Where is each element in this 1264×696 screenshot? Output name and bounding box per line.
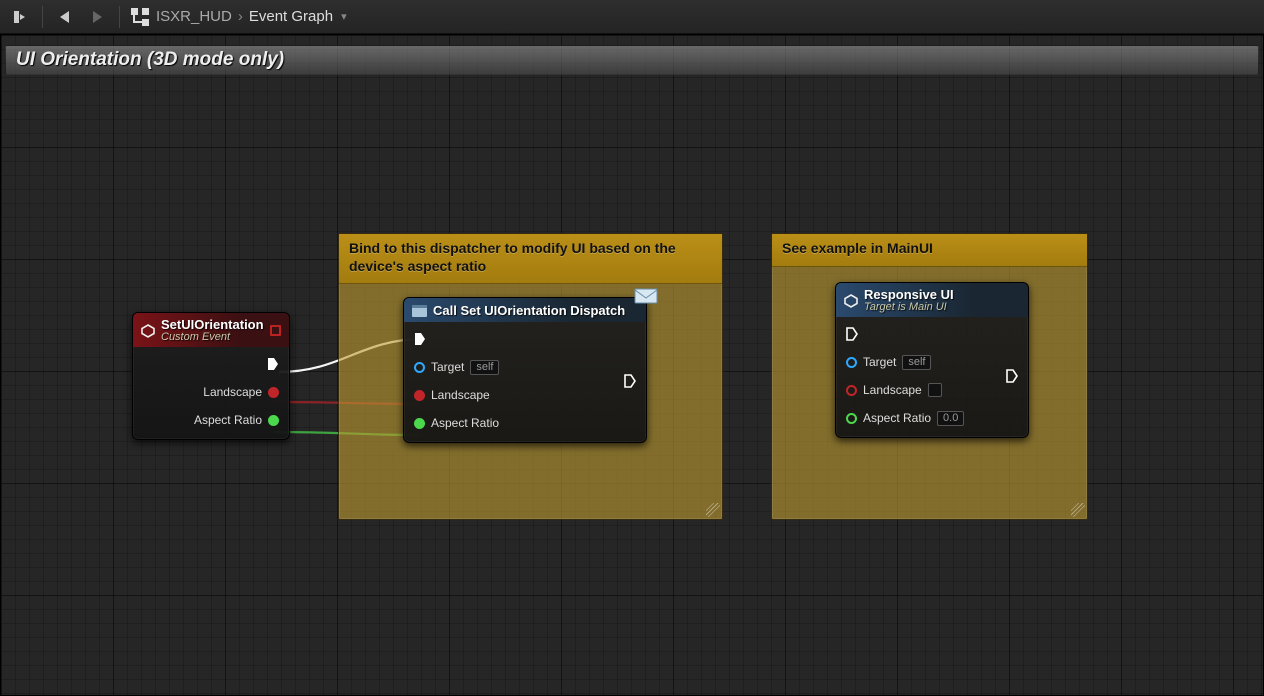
toolbar: ISXR_HUD › Event Graph ▾	[0, 0, 1264, 34]
landscape-in-pin[interactable]: Landscape	[414, 386, 499, 404]
section-title: UI Orientation (3D mode only)	[16, 49, 284, 71]
resize-handle[interactable]	[1071, 503, 1085, 517]
envelope-icon	[634, 286, 658, 304]
float-default-value[interactable]: 0.0	[937, 411, 964, 426]
event-hex-icon	[844, 294, 858, 308]
function-icon	[412, 305, 427, 317]
node-title-text: Call Set UIOrientation Dispatch	[433, 303, 625, 318]
section-header: UI Orientation (3D mode only)	[5, 45, 1259, 75]
exec-in-pin[interactable]	[414, 330, 499, 348]
toolbar-separator	[42, 6, 43, 28]
breadcrumb-graph[interactable]: Event Graph	[249, 8, 333, 25]
nav-forward-button[interactable]	[83, 4, 111, 30]
exec-out-pin[interactable]	[624, 372, 636, 390]
comment-title[interactable]: See example in MainUI	[772, 234, 1087, 267]
node-set-ui-orientation[interactable]: SetUIOrientation Custom Event Landscape	[132, 312, 290, 440]
comment-title[interactable]: Bind to this dispatcher to modify UI bas…	[339, 234, 722, 284]
breadcrumb: ISXR_HUD › Event Graph ▾	[156, 8, 347, 25]
event-hex-icon	[141, 324, 155, 338]
node-subtitle: Custom Event	[161, 331, 264, 343]
toolbar-separator	[119, 6, 120, 28]
tab-menu-button[interactable]	[6, 4, 34, 30]
node-title-text: Responsive UI	[864, 288, 954, 302]
aspect-ratio-out-pin[interactable]: Aspect Ratio	[194, 411, 279, 429]
blueprint-icon	[130, 7, 150, 27]
exec-out-pin[interactable]	[1006, 367, 1018, 385]
bool-default-checkbox[interactable]	[928, 383, 942, 397]
aspect-ratio-in-pin[interactable]: Aspect Ratio 0.0	[846, 409, 964, 427]
exec-out-pin[interactable]	[267, 355, 279, 373]
delegate-pin[interactable]	[270, 325, 281, 336]
node-title: SetUIOrientation Custom Event	[133, 313, 289, 347]
chevron-down-icon[interactable]: ▾	[341, 10, 347, 23]
node-subtitle: Target is Main UI	[864, 301, 954, 313]
landscape-in-pin[interactable]: Landscape	[846, 381, 964, 399]
node-responsive-ui[interactable]: Responsive UI Target is Main UI Target s…	[835, 282, 1029, 438]
resize-handle[interactable]	[706, 503, 720, 517]
target-self-chip: self	[470, 360, 499, 375]
graph-canvas[interactable]: UI Orientation (3D mode only) Bind to th…	[0, 34, 1264, 696]
exec-in-pin[interactable]	[846, 325, 964, 343]
breadcrumb-blueprint[interactable]: ISXR_HUD	[156, 8, 232, 25]
target-in-pin[interactable]: Target self	[414, 358, 499, 376]
node-title: Call Set UIOrientation Dispatch	[404, 298, 646, 322]
chevron-right-icon: ›	[238, 8, 243, 25]
node-call-dispatch[interactable]: Call Set UIOrientation Dispatch Target s…	[403, 297, 647, 443]
target-self-chip: self	[902, 355, 931, 370]
node-title: Responsive UI Target is Main UI	[836, 283, 1028, 317]
nav-back-button[interactable]	[51, 4, 79, 30]
landscape-out-pin[interactable]: Landscape	[203, 383, 279, 401]
aspect-ratio-in-pin[interactable]: Aspect Ratio	[414, 414, 499, 432]
node-title-text: SetUIOrientation	[161, 318, 264, 332]
target-in-pin[interactable]: Target self	[846, 353, 964, 371]
